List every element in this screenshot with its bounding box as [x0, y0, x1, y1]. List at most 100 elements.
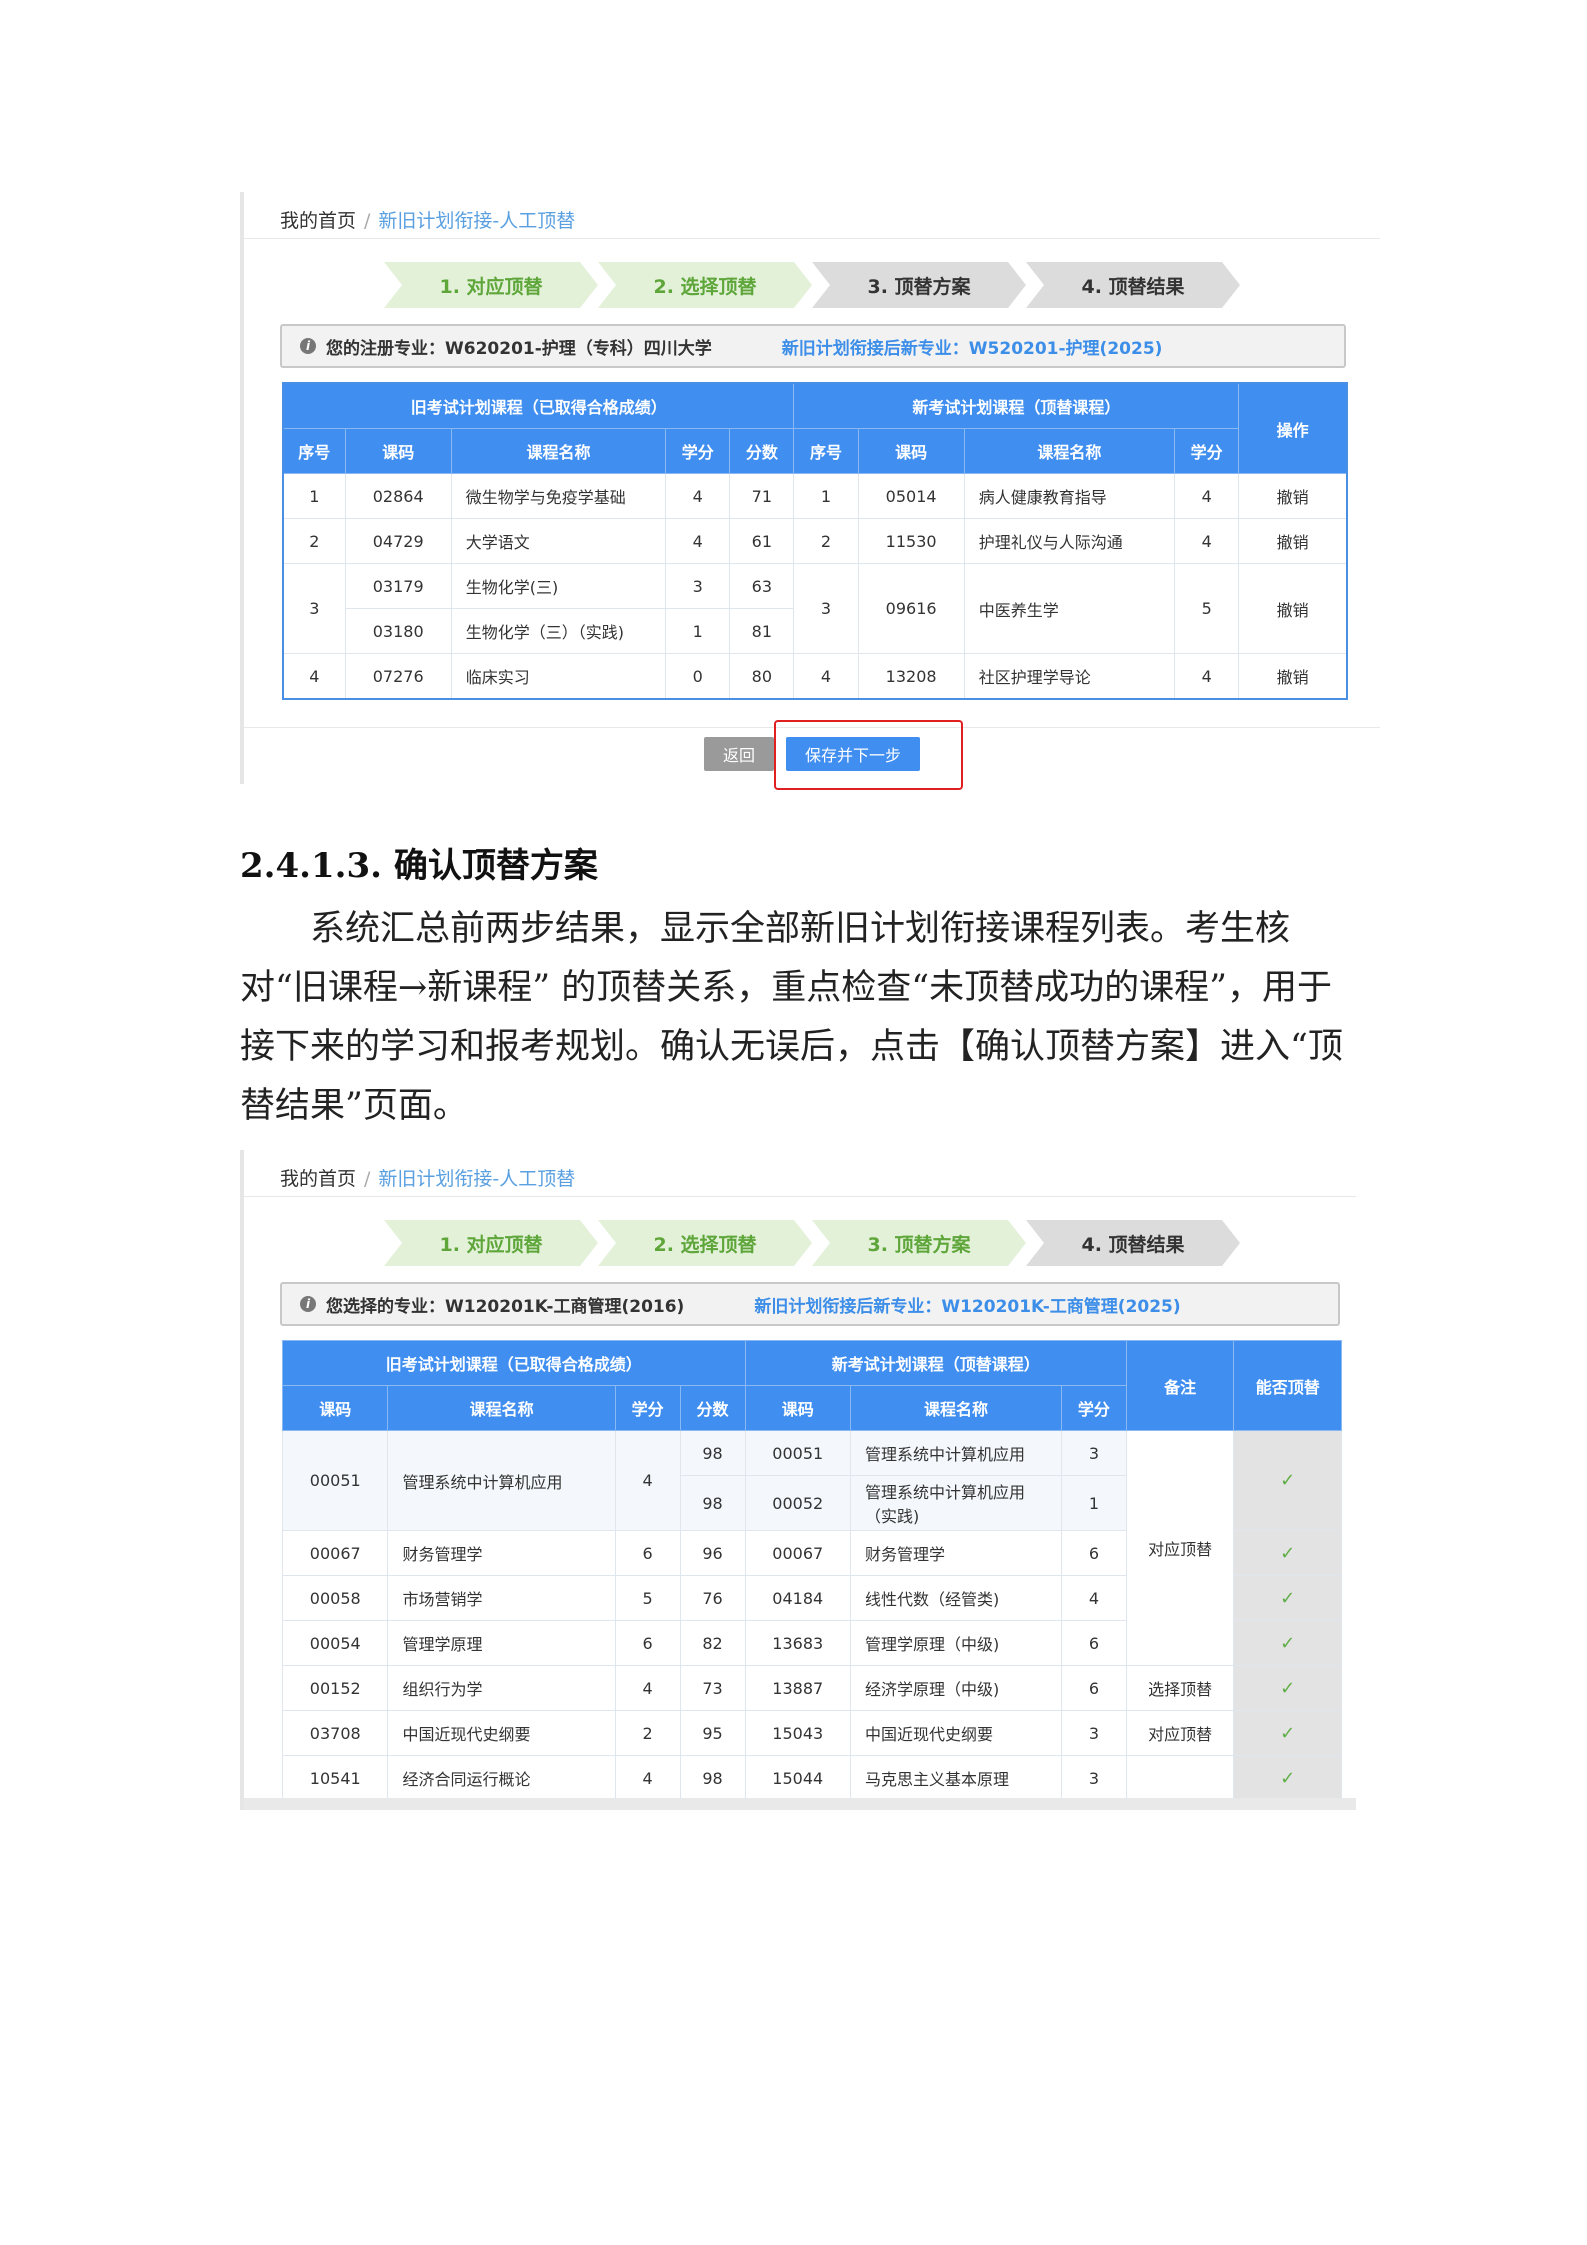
old-name: 临床实习: [450, 653, 667, 700]
new-name: 中医养生学: [963, 563, 1176, 654]
revoke-link[interactable]: 撤销: [1238, 563, 1348, 654]
old-score: 98: [679, 1475, 746, 1531]
col-header: 课程名称: [450, 428, 667, 474]
remark: 对应顶替: [1125, 1710, 1235, 1756]
screenshot-step4: 我的首页 / 新旧计划衔接-人工顶替 1. 对应顶替 2. 选择顶替 3. 顶替方案…: [240, 1150, 1356, 1810]
new-code: 15043: [744, 1710, 852, 1756]
col-header: 分数: [679, 1385, 746, 1431]
old-code: 03179: [344, 563, 452, 609]
new-code: 05014: [857, 473, 965, 519]
old-credit: 2: [614, 1710, 681, 1756]
step-4: 4. 顶替结果: [1026, 1220, 1240, 1266]
major-info-bar: i 您选择的专业：W120201K-工商管理(2016) 新旧计划衔接后新专业：…: [280, 1282, 1340, 1326]
new-credit: 3: [1060, 1755, 1127, 1801]
revoke-link[interactable]: 撤销: [1238, 653, 1348, 700]
table-row: 2 04729 大学语文 4 61 2 11530 护理礼仪与人际沟通 4 撤销: [282, 518, 1348, 564]
old-credit: 4: [665, 473, 731, 519]
back-button[interactable]: 返回: [704, 737, 774, 771]
old-score: 80: [729, 653, 795, 700]
new-credit: 4: [1174, 473, 1240, 519]
table-row: 03708 中国近现代史纲要 2 95 15043 中国近现代史纲要 3 对应顶…: [281, 1710, 1342, 1756]
old-credit: 3: [665, 563, 731, 609]
old-score: 98: [679, 1430, 746, 1476]
new-plan-header: 新考试计划课程（顶替课程）: [793, 382, 1240, 429]
section-heading: 2.4.1.3. 确认顶替方案: [240, 846, 598, 886]
remark: 对应顶替: [1125, 1430, 1235, 1666]
old-score: 96: [679, 1530, 746, 1576]
remark-header: 备注: [1125, 1340, 1235, 1431]
old-credit: 4: [665, 518, 731, 564]
new-credit: 4: [1060, 1575, 1127, 1621]
breadcrumb-current[interactable]: 新旧计划衔接-人工顶替: [378, 210, 575, 232]
remark: 选择顶替: [1125, 1665, 1235, 1711]
new-name: 中国近现代史纲要: [850, 1710, 1062, 1756]
old-code: 04729: [344, 518, 452, 564]
col-header: 课码: [281, 1385, 389, 1431]
step-3: 3. 顶替方案: [812, 1220, 1026, 1266]
old-code: 00051: [281, 1430, 389, 1531]
check-icon: ✓: [1233, 1665, 1342, 1711]
row-no: 1: [282, 473, 346, 519]
breadcrumb-home[interactable]: 我的首页: [280, 1168, 356, 1190]
paragraph-text: 系统汇总前两步结果，显示全部新旧计划衔接课程列表。考生核对“旧课程→新课程” 的…: [240, 909, 1343, 1126]
breadcrumb-separator: /: [364, 1168, 371, 1190]
new-name: 社区护理学导论: [963, 653, 1176, 700]
revoke-link[interactable]: 撤销: [1238, 518, 1348, 564]
step-1: 1. 对应顶替: [384, 1220, 598, 1266]
new-code: 13683: [744, 1620, 852, 1666]
old-code: 00067: [281, 1530, 389, 1576]
old-name: 组织行为学: [387, 1665, 616, 1711]
old-code: 07276: [344, 653, 452, 700]
step-2: 2. 选择顶替: [598, 262, 812, 308]
new-no: 2: [793, 518, 859, 564]
new-plan-header: 新考试计划课程（顶替课程）: [744, 1340, 1127, 1386]
old-name: 生物化学(三): [450, 563, 667, 609]
col-header: 课程名称: [387, 1385, 616, 1431]
new-no: 1: [793, 473, 859, 519]
breadcrumb-home[interactable]: 我的首页: [280, 210, 356, 232]
row-no: 2: [282, 518, 346, 564]
old-code: 00054: [281, 1620, 389, 1666]
new-name: 经济学原理（中级): [850, 1665, 1062, 1711]
new-name: 马克思主义基本原理: [850, 1755, 1062, 1801]
col-header: 学分: [614, 1385, 681, 1431]
old-score: 71: [729, 473, 795, 519]
step-4: 4. 顶替结果: [1026, 262, 1240, 308]
breadcrumb-current[interactable]: 新旧计划衔接-人工顶替: [378, 1168, 575, 1190]
new-credit: 6: [1060, 1665, 1127, 1711]
old-score: 95: [679, 1710, 746, 1756]
old-code: 00058: [281, 1575, 389, 1621]
old-name: 市场营销学: [387, 1575, 616, 1621]
breadcrumb: 我的首页 / 新旧计划衔接-人工顶替: [280, 1164, 575, 1191]
old-score: 61: [729, 518, 795, 564]
revoke-link[interactable]: 撤销: [1238, 473, 1348, 519]
check-icon: ✓: [1233, 1430, 1342, 1531]
table-row: 00051 管理系统中计算机应用 4 98 00051 管理系统中计算机应用 3…: [281, 1430, 1342, 1666]
new-code: 04184: [744, 1575, 852, 1621]
highlight-box: [774, 720, 963, 790]
step-3: 3. 顶替方案: [812, 262, 1026, 308]
can-replace-header: 能否顶替: [1233, 1340, 1342, 1431]
step-indicator: 1. 对应顶替 2. 选择顶替 3. 顶替方案 4. 顶替结果: [384, 1220, 1240, 1266]
old-score: 73: [679, 1665, 746, 1711]
old-credit: 6: [614, 1620, 681, 1666]
breadcrumb: 我的首页 / 新旧计划衔接-人工顶替: [280, 206, 575, 233]
step-2: 2. 选择顶替: [598, 1220, 812, 1266]
check-icon: ✓: [1233, 1620, 1342, 1666]
new-code: 11530: [857, 518, 965, 564]
old-name: 微生物学与免疫学基础: [450, 473, 667, 519]
screenshot-step3: 我的首页 / 新旧计划衔接-人工顶替 1. 对应顶替 2. 选择顶替 3. 顶替方案…: [240, 192, 1380, 790]
new-no: 3: [793, 563, 859, 654]
divider: [244, 1196, 1356, 1197]
old-credit: 4: [614, 1665, 681, 1711]
new-credit: 4: [1174, 653, 1240, 700]
check-icon: ✓: [1233, 1530, 1342, 1576]
old-credit: 4: [614, 1430, 681, 1531]
operation-header: 操作: [1238, 382, 1348, 474]
col-header: 课程名称: [963, 428, 1176, 474]
col-header: 序号: [282, 428, 346, 474]
old-code: 03708: [281, 1710, 389, 1756]
check-icon: ✓: [1233, 1710, 1342, 1756]
replacement-table: 旧考试计划课程（已取得合格成绩） 新考试计划课程（顶替课程） 操作 序号 课码 …: [282, 382, 1348, 700]
old-score: 82: [679, 1620, 746, 1666]
